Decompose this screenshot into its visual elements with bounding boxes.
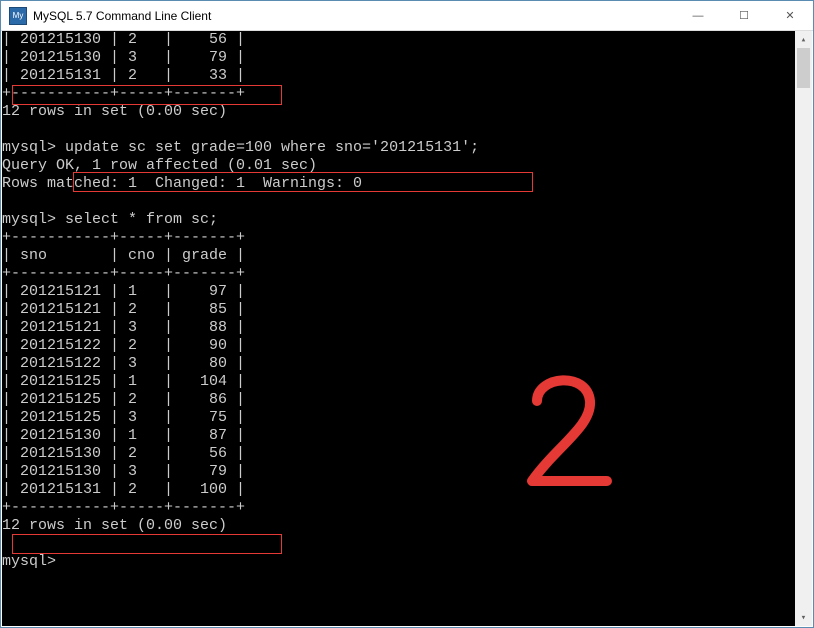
terminal-area: | 201215130 | 2 | 56 | | 201215130 | 3 |…: [2, 31, 812, 626]
close-button[interactable]: ✕: [767, 1, 813, 30]
scroll-down-button[interactable]: ▾: [795, 609, 812, 626]
window-title: MySQL 5.7 Command Line Client: [33, 9, 211, 23]
vertical-scrollbar[interactable]: ▴ ▾: [795, 31, 812, 626]
terminal-output[interactable]: | 201215130 | 2 | 56 | | 201215130 | 3 |…: [2, 31, 795, 626]
scroll-up-button[interactable]: ▴: [795, 31, 812, 48]
app-icon: My: [9, 7, 27, 25]
scroll-thumb[interactable]: [797, 48, 810, 88]
app-window: My MySQL 5.7 Command Line Client — ☐ ✕ |…: [0, 0, 814, 628]
maximize-button[interactable]: ☐: [721, 1, 767, 30]
scroll-track[interactable]: [795, 48, 812, 609]
title-bar[interactable]: My MySQL 5.7 Command Line Client — ☐ ✕: [1, 1, 813, 31]
minimize-button[interactable]: —: [675, 1, 721, 30]
